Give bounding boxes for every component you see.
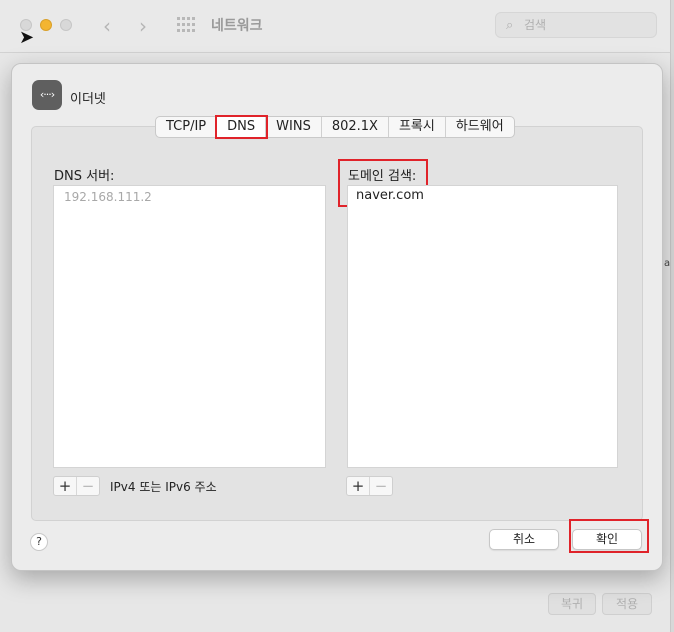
ethernet-icon: ‹···› <box>32 80 62 110</box>
tab-tcpip[interactable]: TCP/IP <box>156 117 218 137</box>
domain-add-remove-control: + − <box>346 476 393 496</box>
help-button[interactable]: ? <box>30 533 48 551</box>
list-item[interactable]: naver.com <box>356 188 424 203</box>
window-title: 네트워크 <box>211 18 263 34</box>
clipped-edge-text: a <box>664 258 671 269</box>
service-title: 이더넷 <box>70 92 106 107</box>
cancel-button[interactable]: 취소 <box>489 529 559 550</box>
apply-button[interactable]: 적용 <box>602 593 652 615</box>
tab-8021x[interactable]: 802.1X <box>322 117 389 137</box>
dns-address-hint: IPv4 또는 IPv6 주소 <box>110 480 217 494</box>
dns-add-remove-control: + − <box>53 476 100 496</box>
search-placeholder: 검색 <box>524 18 547 32</box>
tab-hardware[interactable]: 하드웨어 <box>446 117 514 137</box>
tab-wins[interactable]: WINS <box>266 117 322 137</box>
minimize-window-button[interactable] <box>40 19 52 31</box>
show-all-grid-icon[interactable] <box>177 17 195 33</box>
search-icon: ⌕ <box>506 18 514 33</box>
dns-servers-label: DNS 서버: <box>54 169 115 184</box>
revert-button[interactable]: 복귀 <box>548 593 596 615</box>
tab-proxy[interactable]: 프록시 <box>389 117 446 137</box>
tab-dns[interactable]: DNS <box>215 115 269 139</box>
forward-chevron-icon[interactable]: › <box>139 14 147 38</box>
advanced-settings-sheet: ‹···› 이더넷 TCP/IP DNS WINS 802.1X 프록시 하드웨… <box>11 63 663 571</box>
remove-dns-server-button[interactable]: − <box>76 477 99 495</box>
back-chevron-icon[interactable]: ‹ <box>103 14 111 38</box>
tab-bar: TCP/IP DNS WINS 802.1X 프록시 하드웨어 <box>155 115 515 139</box>
remove-search-domain-button[interactable]: − <box>369 477 392 495</box>
zoom-window-button[interactable] <box>60 19 72 31</box>
add-dns-server-button[interactable]: + <box>54 477 76 495</box>
list-item[interactable]: 192.168.111.2 <box>64 190 152 204</box>
dns-servers-list[interactable]: 192.168.111.2 <box>53 185 326 468</box>
window-titlebar: ‹ › 네트워크 ⌕ 검색 <box>0 0 670 53</box>
search-domains-label: 도메인 검색: <box>348 169 417 184</box>
ok-button[interactable]: 확인 <box>572 529 642 550</box>
search-field[interactable]: ⌕ 검색 <box>495 12 657 38</box>
mouse-pointer-icon: ➤ <box>19 27 35 48</box>
add-search-domain-button[interactable]: + <box>347 477 369 495</box>
search-domains-list[interactable]: naver.com <box>347 185 618 468</box>
